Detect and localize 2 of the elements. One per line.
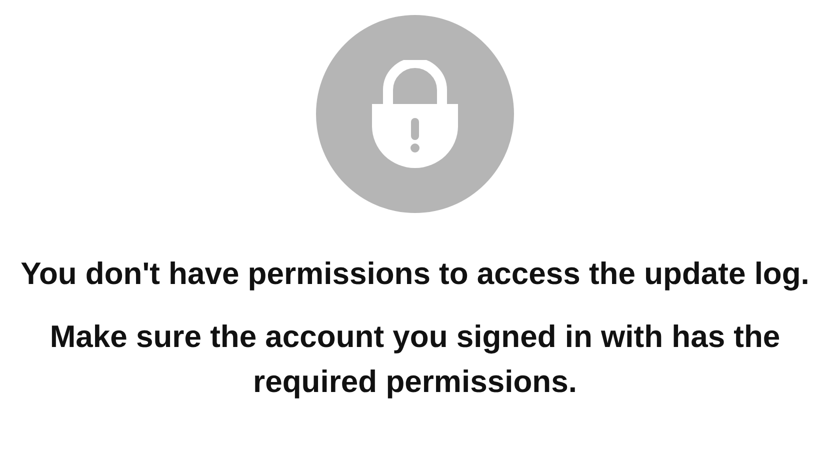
permission-error-detail: Make sure the account you signed in with has the required permissions. bbox=[48, 318, 782, 401]
permission-error-title: You don't have permissions to access the update log. bbox=[20, 255, 810, 293]
